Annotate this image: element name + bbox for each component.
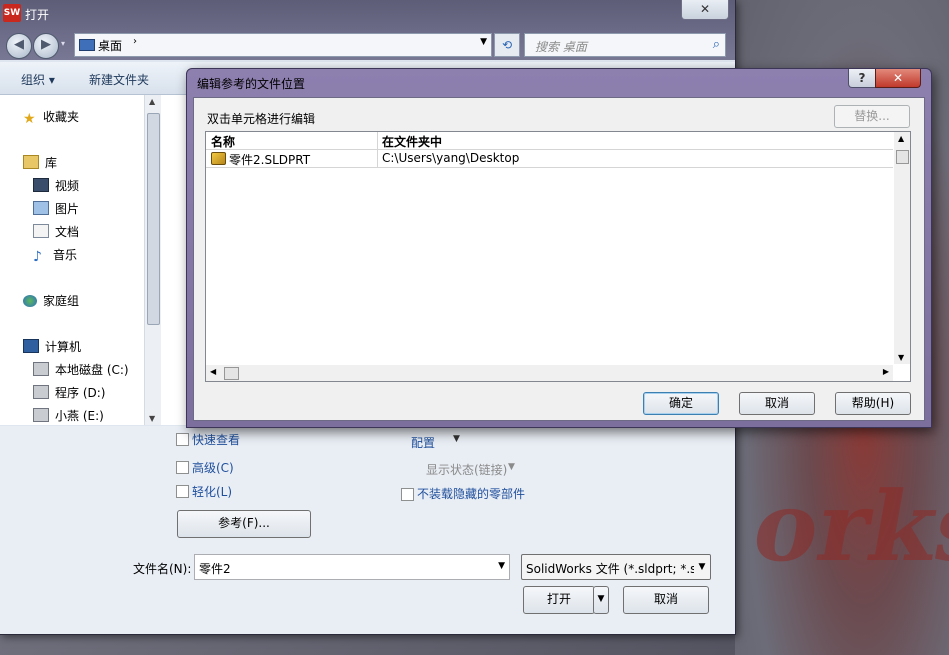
dialog-body: 双击单元格进行编辑 替换... 名称 在文件夹中 零件2.SLDPRT C:\U… [193,97,925,421]
drive-icon [33,362,49,376]
replace-button: 替换... [834,105,910,128]
address-arrow[interactable]: › [133,36,137,47]
horizontal-scrollbar[interactable]: ◀ ▶ [206,365,893,381]
vertical-scrollbar[interactable]: ▲ ▼ [894,132,910,364]
quick-view-checkbox[interactable] [176,433,189,446]
library-icon [23,155,39,169]
title-bar: SW 打开 ✕ [0,0,735,30]
filename-field[interactable]: 零件2 ▼ [194,554,510,580]
navigation-pane: ★ 收藏夹 库 视频 图片 文档 ♪ 音乐 家庭组 计算机 本地磁盘 (C:) 程序… [0,95,161,425]
address-bar[interactable]: 桌面 › ▼ [74,33,492,57]
sidebar-item-computer[interactable]: 计算机 [23,338,81,355]
window-title: 打开 [25,8,50,22]
desktop-icon [79,39,95,51]
cancel-button[interactable]: 取消 [623,586,709,614]
drive-icon [33,408,49,422]
advanced-label[interactable]: 高级(C) [192,459,234,476]
star-icon: ★ [23,111,36,127]
sidebar-item-drive-d[interactable]: 程序 (D:) [33,384,105,401]
table-header: 名称 在文件夹中 [206,132,893,150]
edit-hint: 双击单元格进行编辑 [207,112,316,126]
sidebar-item-documents[interactable]: 文档 [33,223,79,240]
scrollbar-thumb[interactable] [896,150,909,164]
sidebar-item-videos[interactable]: 视频 [33,177,79,194]
filename-label: 文件名(N): [133,562,192,576]
help-icon[interactable]: ? [848,69,876,88]
table-row[interactable]: 零件2.SLDPRT C:\Users\yang\Desktop [206,150,893,168]
drive-icon [33,385,49,399]
video-icon [33,178,49,192]
solidworks-icon: SW [3,4,21,22]
configuration-dropdown[interactable]: 配置 [411,434,435,451]
sidebar-item-favorites[interactable]: ★ 收藏夹 [23,108,79,127]
cancel-button[interactable]: 取消 [739,392,815,415]
computer-icon [23,339,39,353]
dialog-title: 编辑参考的文件位置 [197,77,306,91]
sidebar-item-music[interactable]: ♪ 音乐 [33,246,77,265]
edit-references-dialog: 编辑参考的文件位置 ? ✕ 双击单元格进行编辑 替换... 名称 在文件夹中 零… [186,68,932,428]
navigation-bar: ◀ ▶ ▾ 桌面 › ▼ ⟲ 搜索 桌面 ⌕ [0,30,735,60]
scroll-right-arrow[interactable]: ▶ [883,367,889,376]
sidebar-item-libraries[interactable]: 库 [23,154,57,171]
close-button[interactable]: ✕ [875,69,921,88]
references-button[interactable]: 参考(F)... [177,510,311,538]
column-divider[interactable] [377,132,378,149]
column-header-name[interactable]: 名称 [211,133,235,150]
chevron-down-icon: ▼ [508,462,515,472]
address-dropdown-icon[interactable]: ▼ [480,37,487,47]
no-hidden-parts-label[interactable]: 不装载隐藏的零部件 [417,485,525,502]
background-logo-art: orks [745,470,949,583]
display-state-dropdown: 显示状态(链接) [426,463,508,477]
references-table[interactable]: 名称 在文件夹中 零件2.SLDPRT C:\Users\yang\Deskto… [205,131,911,382]
column-header-folder[interactable]: 在文件夹中 [382,133,442,150]
sidebar-scrollbar[interactable]: ▲ ▼ [144,95,161,425]
ok-button[interactable]: 确定 [643,392,719,415]
help-button[interactable]: 帮助(H) [835,392,911,415]
chevron-down-icon[interactable]: ▼ [453,434,460,444]
recent-pages-dropdown-icon[interactable]: ▾ [61,39,65,48]
search-icon[interactable]: ⌕ [713,37,720,52]
scroll-up-arrow[interactable]: ▲ [149,97,155,106]
cell-folder[interactable]: C:\Users\yang\Desktop [382,151,519,165]
scroll-down-arrow[interactable]: ▼ [149,414,155,423]
quick-view-label[interactable]: 快速查看 [192,431,240,448]
no-hidden-parts-checkbox[interactable] [401,488,414,501]
address-text: 桌面 [98,39,123,53]
scrollbar-thumb[interactable] [147,113,160,325]
sidebar-item-drive-c[interactable]: 本地磁盘 (C:) [33,361,129,378]
music-icon: ♪ [33,249,42,265]
open-options-dropdown-icon[interactable]: ▼ [593,586,609,614]
close-button[interactable]: ✕ [681,0,729,20]
document-icon [33,224,49,238]
scroll-down-arrow[interactable]: ▼ [898,353,904,362]
search-input[interactable]: 搜索 桌面 ⌕ [524,33,726,57]
refresh-button[interactable]: ⟲ [494,33,520,57]
column-divider [377,150,378,167]
advanced-checkbox[interactable] [176,461,189,474]
open-button[interactable]: 打开 [523,586,595,614]
filetype-select[interactable]: SolidWorks 文件 (*.sldprt; *.s ▼ [521,554,711,580]
lightweight-checkbox[interactable] [176,485,189,498]
sidebar-item-drive-e[interactable]: 小燕 (E:) [33,407,104,424]
chevron-down-icon[interactable]: ▼ [498,561,505,571]
filetype-value: SolidWorks 文件 (*.sldprt; *.s [526,562,697,576]
homegroup-icon [23,295,37,307]
sidebar-item-homegroup[interactable]: 家庭组 [23,292,79,309]
filename-value: 零件2 [199,562,231,576]
scrollbar-thumb[interactable] [224,367,239,380]
scroll-left-arrow[interactable]: ◀ [210,367,216,376]
organize-button[interactable]: 组织 ▾ [21,71,55,88]
scroll-up-arrow[interactable]: ▲ [898,134,904,143]
picture-icon [33,201,49,215]
part-icon [211,152,226,165]
lightweight-label[interactable]: 轻化(L) [192,483,232,500]
new-folder-button[interactable]: 新建文件夹 [89,71,149,88]
search-placeholder: 搜索 桌面 [535,40,587,54]
chevron-down-icon[interactable]: ▼ [694,555,710,579]
sidebar-item-pictures[interactable]: 图片 [33,200,79,217]
forward-button[interactable]: ▶ [33,33,59,59]
back-button[interactable]: ◀ [6,33,32,59]
cell-name[interactable]: 零件2.SLDPRT [211,151,310,168]
